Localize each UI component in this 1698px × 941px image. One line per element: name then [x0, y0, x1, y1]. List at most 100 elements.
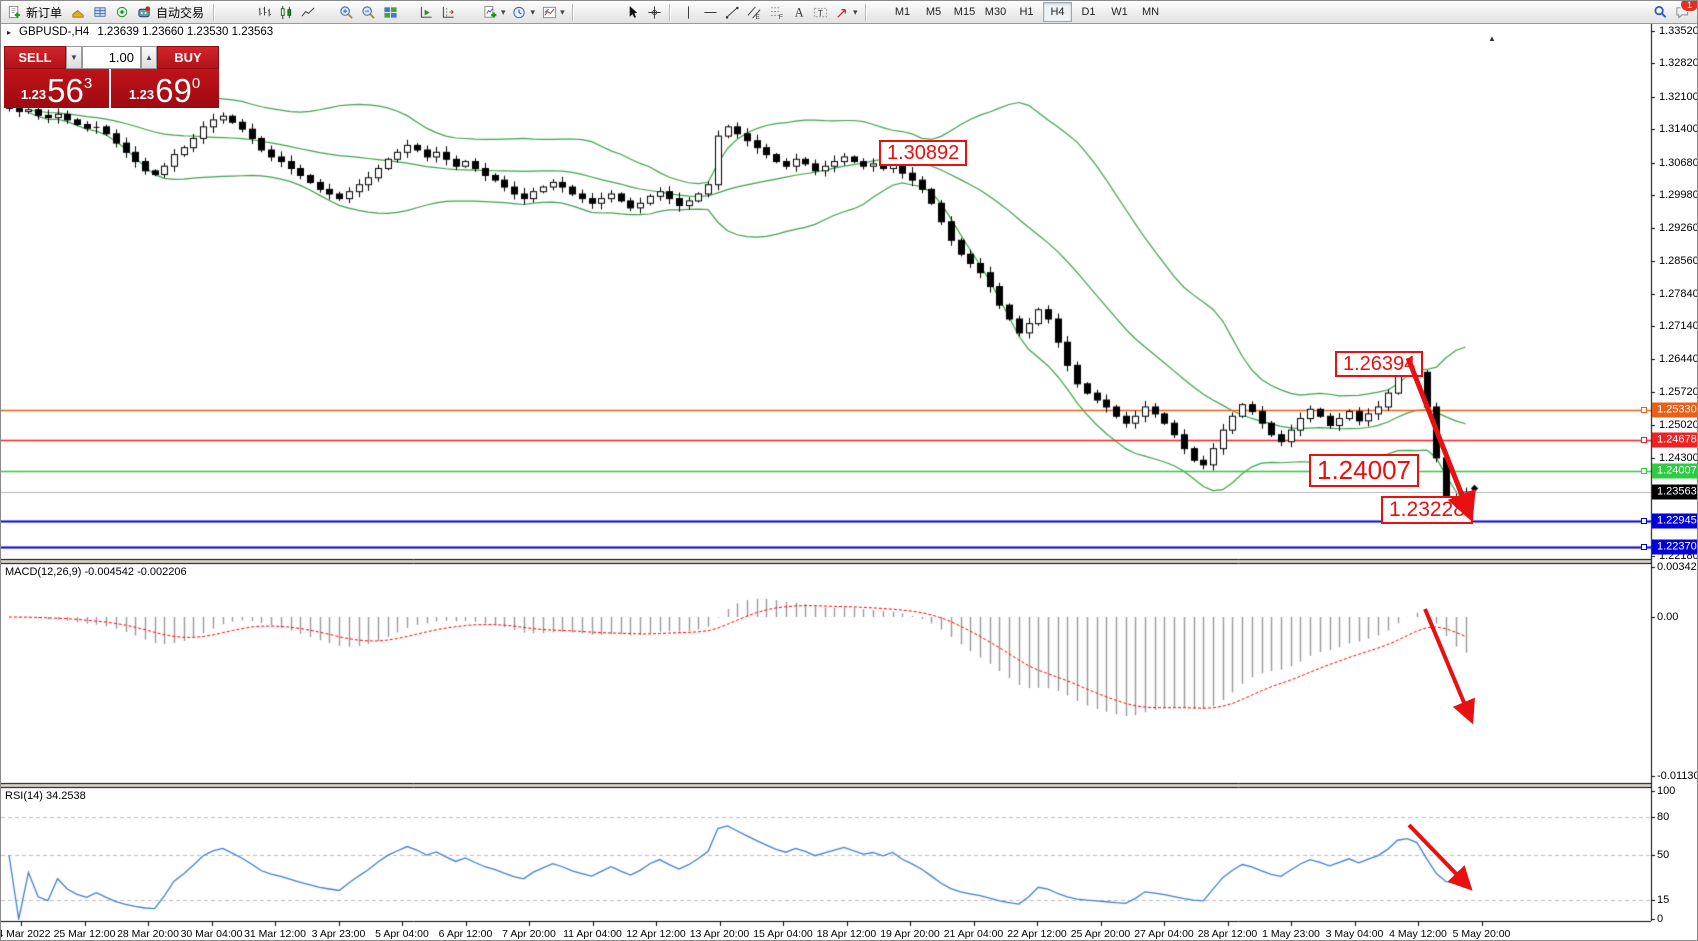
- time-axis-label: 24 Mar 2022: [0, 928, 50, 940]
- toolbar-separator: [213, 4, 214, 21]
- hline-drag-handle[interactable]: [1641, 468, 1647, 474]
- sell-price-small: 1.23: [21, 87, 46, 102]
- indicators-button[interactable]: [479, 2, 501, 22]
- arrows-button[interactable]: [831, 2, 853, 22]
- hline-drag-handle[interactable]: [1641, 518, 1647, 524]
- price-annotation-box[interactable]: 1.26394: [1335, 351, 1423, 377]
- auto-scroll-button[interactable]: [415, 2, 437, 22]
- templates-button-dropdown-caret[interactable]: ▾: [560, 7, 565, 18]
- price-annotation-box[interactable]: 1.24007: [1309, 454, 1419, 487]
- hline-drag-handle[interactable]: [1641, 437, 1647, 443]
- price-axis-tick: 1.31400: [1659, 123, 1698, 135]
- horizontal-line-button[interactable]: [699, 2, 721, 22]
- sell-price-big: 56: [47, 75, 84, 106]
- price-axis-tick: 1.26440: [1659, 353, 1698, 365]
- zoom-group: [335, 1, 401, 23]
- crosshair-button[interactable]: [643, 2, 665, 22]
- hline-drag-handle[interactable]: [1641, 544, 1647, 550]
- price-chart-canvas[interactable]: [1, 1, 1698, 941]
- vertical-line-button[interactable]: [677, 2, 699, 22]
- volume-decrease-stepper[interactable]: ▼: [66, 46, 82, 69]
- time-axis-label: 3 Apr 23:00: [312, 928, 366, 940]
- price-axis-tick: 1.25020: [1659, 419, 1698, 431]
- hline-drag-handle[interactable]: [1641, 407, 1647, 413]
- time-axis-label: 7 Apr 20:00: [502, 928, 556, 940]
- indicators-button-dropdown-caret[interactable]: ▾: [501, 7, 506, 18]
- timeframe-w1-button[interactable]: W1: [1105, 2, 1134, 22]
- toolbar-separator: [572, 4, 573, 21]
- channel-button[interactable]: E: [743, 2, 765, 22]
- periods-button[interactable]: [509, 2, 531, 22]
- price-axis-tick: 1.33520: [1659, 25, 1698, 37]
- macd-axis-label: -0.011307: [1657, 770, 1698, 782]
- objects-group: EFAT ▾: [677, 1, 870, 23]
- autotrading-button[interactable]: [133, 2, 155, 22]
- time-axis-label: 12 Apr 12:00: [626, 928, 686, 940]
- chart-shift-button[interactable]: [437, 2, 459, 22]
- timeframe-mn-button[interactable]: MN: [1136, 2, 1165, 22]
- timeframe-d1-button[interactable]: D1: [1074, 2, 1103, 22]
- sell-button[interactable]: SELL: [4, 46, 66, 69]
- fibonacci-button[interactable]: F: [765, 2, 787, 22]
- templates-button[interactable]: [538, 2, 560, 22]
- price-level-badge[interactable]: 1.24007: [1652, 464, 1698, 479]
- trendline-button[interactable]: [721, 2, 743, 22]
- timeframe-h4-button[interactable]: H4: [1043, 2, 1072, 22]
- price-annotation-box[interactable]: 1.23228: [1381, 496, 1473, 524]
- price-annotation-box[interactable]: 1.30892: [879, 140, 967, 166]
- periods-button-dropdown-caret[interactable]: ▾: [531, 7, 536, 18]
- data-window-button[interactable]: [89, 2, 111, 22]
- tile-windows-button[interactable]: [379, 2, 401, 22]
- candlestick-chart-button[interactable]: [275, 2, 297, 22]
- timeframe-m5-button[interactable]: M5: [919, 2, 948, 22]
- notifications-button[interactable]: 1: [1671, 2, 1693, 22]
- time-axis-label: 28 Mar 20:00: [117, 928, 179, 940]
- time-axis-label: 18 Apr 12:00: [817, 928, 877, 940]
- line-chart-button[interactable]: [297, 2, 319, 22]
- search-button[interactable]: [1649, 2, 1671, 22]
- rsi-axis-label: 100: [1657, 785, 1675, 797]
- macd-axis-label: 0.003424: [1657, 561, 1698, 573]
- cursor-group: [621, 1, 674, 23]
- arrows-button-dropdown-caret[interactable]: ▾: [853, 7, 858, 18]
- buy-button[interactable]: BUY: [157, 46, 219, 69]
- price-level-badge[interactable]: 1.25330: [1652, 403, 1698, 418]
- chart-type-group: [253, 1, 319, 23]
- time-axis-label: 28 Apr 12:00: [1198, 928, 1258, 940]
- price-level-badge[interactable]: 1.23563: [1652, 485, 1698, 500]
- text-button[interactable]: A: [787, 2, 809, 22]
- timeframe-m15-button[interactable]: M15: [950, 2, 979, 22]
- buy-price-display[interactable]: 1.23 69 0: [111, 69, 218, 108]
- volume-input[interactable]: 1.00: [82, 46, 141, 69]
- sell-price-display[interactable]: 1.23 56 3: [4, 69, 111, 108]
- zoom-out-button[interactable]: [357, 2, 379, 22]
- time-axis-label: 31 Mar 12:00: [244, 928, 306, 940]
- price-level-badge[interactable]: 1.22945: [1652, 513, 1698, 528]
- time-axis-label: 3 May 04:00: [1326, 928, 1384, 940]
- rsi-axis-label: 0: [1657, 913, 1663, 925]
- toolbar-separator: [865, 4, 866, 21]
- market-watch-button[interactable]: [67, 2, 89, 22]
- rsi-axis-label: 50: [1657, 849, 1669, 861]
- bar-chart-button[interactable]: [253, 2, 275, 22]
- time-axis-label: 22 Apr 12:00: [1007, 928, 1067, 940]
- new-order-button-label: 新订单: [26, 4, 62, 21]
- time-axis-label: 25 Apr 20:00: [1071, 928, 1131, 940]
- timeframe-m1-button[interactable]: M1: [888, 2, 917, 22]
- label-button[interactable]: T: [809, 2, 831, 22]
- new-order-button[interactable]: [3, 2, 25, 22]
- price-level-badge[interactable]: 1.24678: [1652, 433, 1698, 448]
- buy-price-sup: 0: [192, 75, 200, 92]
- zoom-in-button[interactable]: [335, 2, 357, 22]
- timeframe-m30-button[interactable]: M30: [981, 2, 1010, 22]
- cursor-button[interactable]: [621, 2, 643, 22]
- timeframe-h1-button[interactable]: H1: [1012, 2, 1041, 22]
- price-axis-tick: 1.27140: [1659, 320, 1698, 332]
- navigator-button[interactable]: [111, 2, 133, 22]
- time-axis-label: 13 Apr 20:00: [690, 928, 750, 940]
- volume-increase-stepper[interactable]: ▲: [141, 46, 157, 69]
- time-axis-label: 11 Apr 04:00: [563, 928, 622, 940]
- collapse-triangle-icon[interactable]: ▸: [7, 28, 11, 37]
- price-axis-tick: 1.32820: [1659, 57, 1698, 69]
- price-level-badge[interactable]: 1.22370: [1652, 540, 1698, 555]
